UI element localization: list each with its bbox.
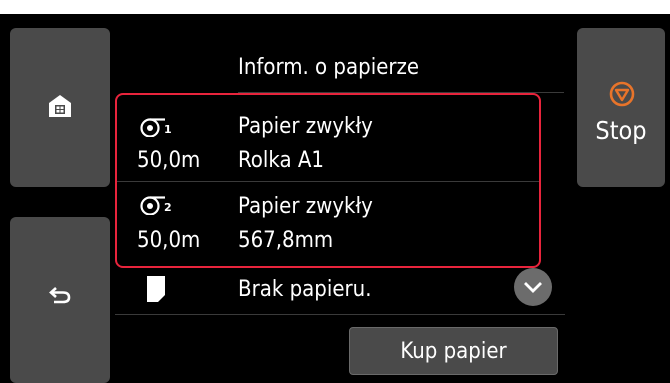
roll-2-length: 50,0m <box>137 228 201 253</box>
stop-label: Stop <box>595 116 647 145</box>
svg-text:2: 2 <box>164 201 172 214</box>
roll-1-length: 50,0m <box>137 148 201 173</box>
roll-1-media-type: Papier zwykły <box>238 114 373 139</box>
sheet-entry[interactable]: Brak papieru. <box>115 268 541 314</box>
back-arrow-icon <box>49 287 71 304</box>
home-icon <box>49 95 71 117</box>
back-button[interactable] <box>10 217 110 383</box>
sheet-status: Brak papieru. <box>238 277 372 302</box>
svg-text:1: 1 <box>164 123 172 136</box>
buy-paper-button[interactable]: Kup papier <box>349 327 558 375</box>
home-button[interactable] <box>10 28 110 187</box>
roll-2-size: 567,8mm <box>238 228 334 253</box>
roll-2-media-type: Papier zwykły <box>238 194 373 219</box>
roll-1-icon: 1 <box>140 118 172 137</box>
roll-1-entry[interactable]: 1 50,0m Papier zwykły Rolka A1 <box>117 95 539 181</box>
scroll-down-button[interactable] <box>514 268 552 306</box>
divider <box>115 314 565 315</box>
page-title: Inform. o papierze <box>238 55 420 80</box>
roll-list: 1 50,0m Papier zwykły Rolka A1 2 50,0m P… <box>115 93 541 268</box>
roll-2-icon: 2 <box>140 196 172 215</box>
sheet-icon <box>147 276 165 302</box>
chevron-down-icon <box>524 282 542 293</box>
printer-panel: Stop Inform. o papierze 1 50,0m Papier z… <box>0 14 670 383</box>
roll-2-entry[interactable]: 2 50,0m Papier zwykły 567,8mm <box>117 182 539 268</box>
stop-icon <box>609 81 635 107</box>
stop-button[interactable]: Stop <box>577 28 665 187</box>
roll-1-size: Rolka A1 <box>238 148 324 173</box>
